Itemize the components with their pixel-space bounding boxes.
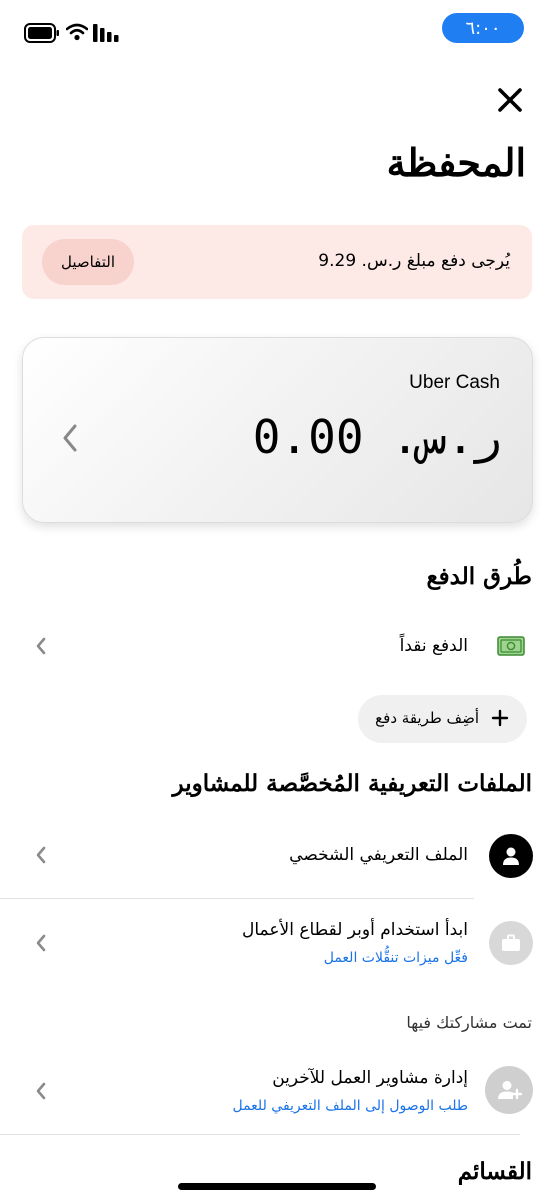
- details-button[interactable]: التفاصيل: [42, 239, 134, 285]
- chevron-left-icon: [63, 424, 77, 452]
- signal-icon: [93, 24, 119, 42]
- chevron-left-icon: [36, 934, 46, 952]
- wifi-icon: [66, 23, 88, 41]
- shared-section-title: تمت مشاركتك فيها: [406, 1013, 532, 1032]
- uber-cash-label: Uber Cash: [409, 372, 500, 393]
- payment-due-alert: يُرجى دفع مبلغ ر.س. 9.29 التفاصيل: [22, 225, 532, 299]
- close-icon[interactable]: [490, 80, 530, 120]
- time-pill: ٦:٠٠: [442, 13, 524, 43]
- briefcase-icon: [489, 921, 533, 965]
- business-profile-label: ابدأ استخدام أوبر لقطاع الأعمال: [242, 920, 468, 940]
- divider: [0, 1134, 520, 1135]
- cash-method-label: الدفع نقداً: [399, 636, 468, 656]
- chevron-left-icon: [36, 637, 46, 655]
- personal-profile-label: الملف التعريفي الشخصي: [289, 845, 468, 865]
- manage-trips-label: إدارة مشاوير العمل للآخرين: [272, 1068, 468, 1088]
- home-indicator[interactable]: [178, 1183, 376, 1190]
- uber-cash-balance: ر.س. 0.00: [252, 410, 502, 464]
- page-title: المحفظة: [386, 140, 526, 185]
- add-person-icon: [485, 1066, 533, 1114]
- vouchers-title: القسائم: [457, 1158, 532, 1185]
- plus-icon: [491, 709, 509, 727]
- manage-trips-sublabel[interactable]: طلب الوصول إلى الملف التعريفي للعمل: [232, 1098, 468, 1114]
- uber-cash-card[interactable]: Uber Cash ر.س. 0.00: [22, 337, 533, 523]
- person-icon: [489, 834, 533, 878]
- alert-message: يُرجى دفع مبلغ ر.س. 9.29: [318, 251, 510, 271]
- ride-profiles-title: الملفات التعريفية المُخصَّصة للمشاوير: [172, 770, 532, 797]
- cash-icon: [497, 636, 525, 656]
- chevron-left-icon: [36, 846, 46, 864]
- business-profile-sublabel[interactable]: فعِّل ميزات تنقُّلات العمل: [324, 950, 468, 966]
- divider: [0, 898, 474, 899]
- add-payment-method-button[interactable]: أضِف طريقة دفع: [358, 695, 527, 743]
- chevron-left-icon: [36, 1082, 46, 1100]
- battery-icon: [24, 23, 59, 43]
- status-time: ٦:٠٠: [465, 17, 501, 39]
- payment-methods-title: طُرق الدفع: [426, 563, 532, 590]
- add-payment-method-label: أضِف طريقة دفع: [375, 709, 479, 727]
